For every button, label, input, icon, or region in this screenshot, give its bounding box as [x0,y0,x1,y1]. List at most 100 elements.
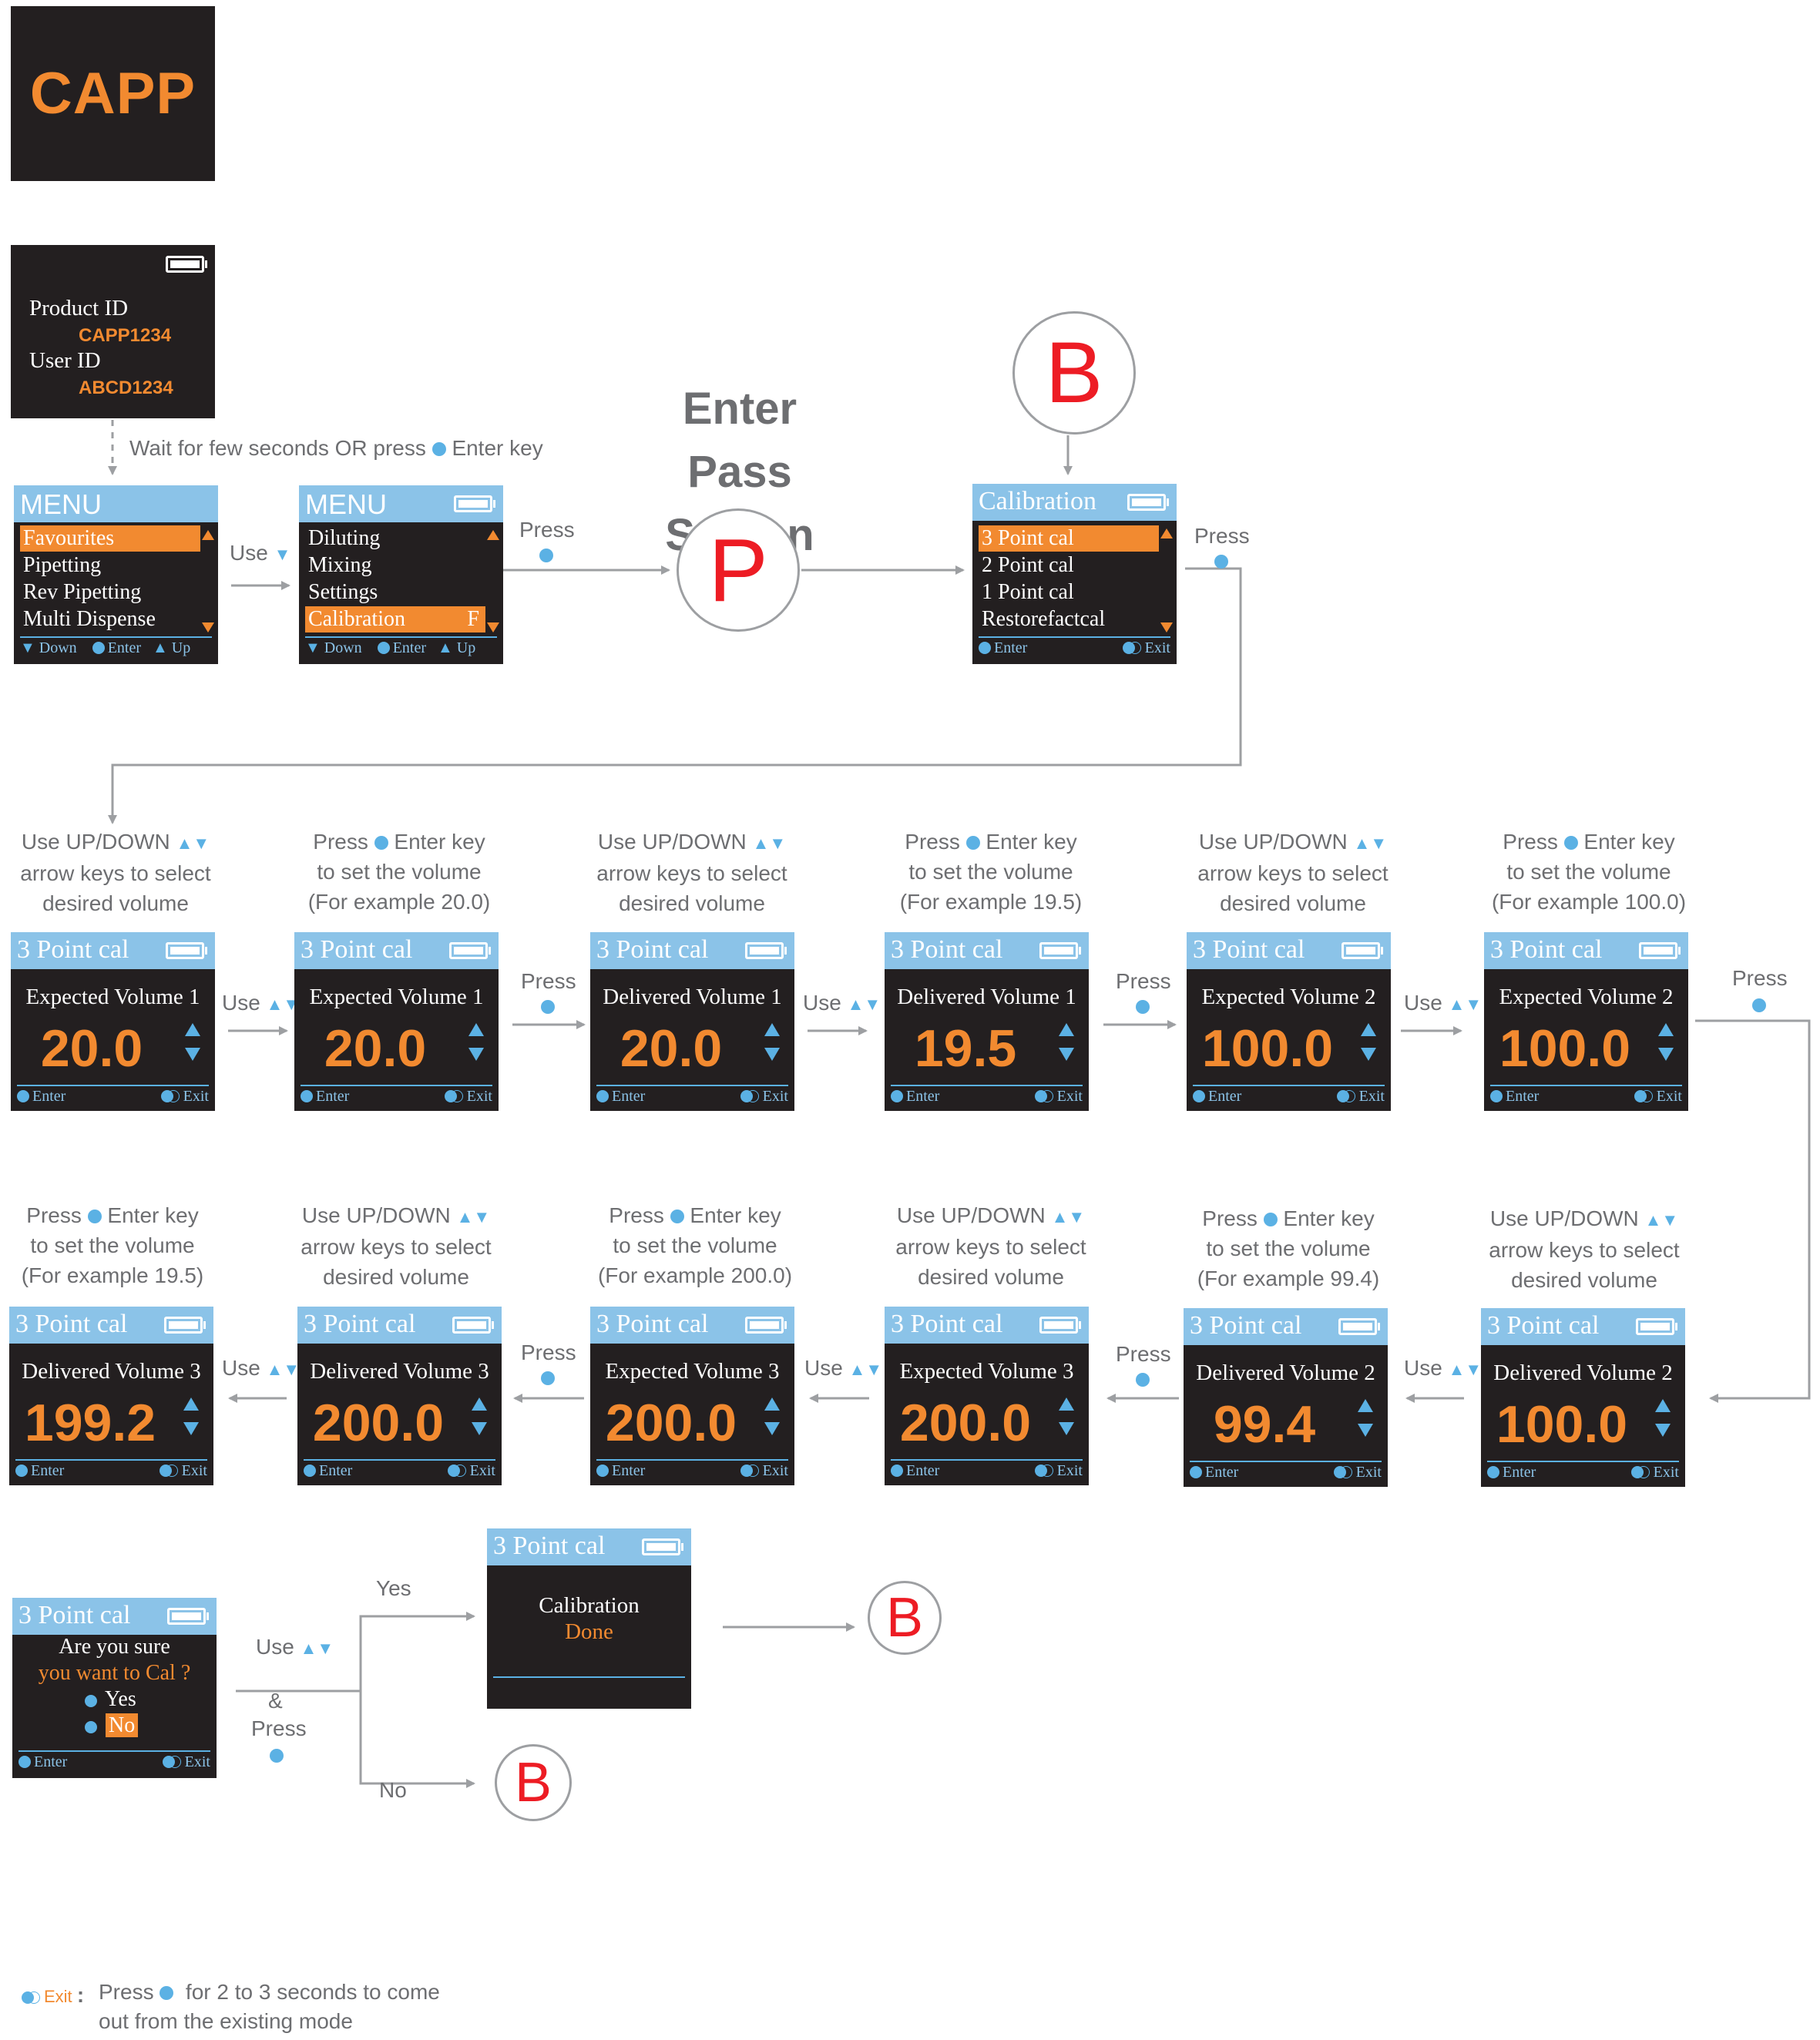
arrow-down-icon[interactable] [185,1048,200,1061]
menu-item[interactable]: Multi Dispense [20,606,156,632]
cal-screen-10: 3 Point cal Expected Volume 3 200.0 Ente… [885,1307,1089,1485]
enter-key-icon [1752,998,1766,1012]
b-symbol: B [1012,311,1136,435]
use-label: Use ▲▼ [803,991,881,1015]
screen-footer: ▼ Down Enter ▲ Up [305,639,476,656]
menu-item[interactable]: Diluting [305,525,380,552]
arrow-up-icon[interactable] [185,1023,200,1036]
use-label: Use ▲▼ [222,1356,301,1380]
caption-use-updown: Use UP/DOWN ▲▼ arrow keys to select desire… [1489,1206,1680,1292]
arrow-up-icon[interactable] [1361,1023,1376,1036]
menu-item-3-point-cal[interactable]: 3 Point cal [979,525,1159,552]
option-no[interactable]: No [85,1713,139,1738]
arrow-down-icon[interactable] [764,1048,780,1061]
arrow-down-icon[interactable] [1655,1424,1671,1437]
arrow-up-icon[interactable] [1059,1023,1074,1036]
caption-press-enter: Press Enter key to set the volume (For exa… [1197,1206,1380,1290]
use-label: Use ▼ [230,541,291,565]
use-label: Use ▲▼ [222,991,301,1015]
menu-item[interactable]: Favourites [20,525,200,552]
menu-item[interactable]: Mixing [305,552,371,579]
caption-use-updown: Use UP/DOWN ▲▼ arrow keys to select desire… [1197,830,1389,915]
arrow-down-icon[interactable] [764,1422,780,1435]
use-label: Use ▲▼ [1404,1356,1483,1380]
product-id-value: CAPP1234 [79,325,172,346]
press-label: Press [1116,969,1171,993]
menu-item[interactable]: Rev Pipetting [20,579,141,606]
arrow-up-icon[interactable] [1059,1397,1074,1411]
capp-logo: CAPP [11,6,215,181]
product-id-screen: Product ID CAPP1234 User ID ABCD1234 [11,245,215,418]
no-label: No [379,1778,407,1802]
cal-screen-4: 3 Point cal Delivered Volume 1 19.5 Ente… [885,932,1089,1111]
cal-screen-9: 3 Point cal Expected Volume 3 200.0 Ente… [590,1307,794,1485]
menu-item[interactable]: Settings [305,579,378,606]
press-label: Press [1732,966,1788,990]
product-id-label: Product ID [29,296,129,320]
option-yes[interactable]: Yes [85,1687,136,1712]
b-symbol: B [495,1744,572,1821]
arrow-up-icon[interactable] [183,1397,199,1411]
press-label: Press [521,969,576,993]
arrow-up-icon[interactable] [1655,1399,1671,1412]
legend-text: Press for 2 to 3 seconds to come [99,1980,440,2004]
arrow-down-icon[interactable] [468,1048,484,1061]
yes-label: Yes [376,1576,411,1600]
user-id-value: ABCD1234 [79,377,173,398]
use-label: Use ▲▼ [804,1356,883,1380]
arrow-down-icon[interactable] [1358,1424,1373,1437]
arrow-up-icon[interactable] [468,1023,484,1036]
enter-key-icon [431,442,446,456]
menu-item[interactable]: Pipetting [20,552,101,579]
arrow-down-icon[interactable] [1059,1422,1074,1435]
menu-item[interactable]: 1 Point cal [979,579,1074,606]
scroll-up-icon [202,530,214,540]
user-id-label: User ID [29,348,101,373]
scroll-up-icon [487,530,499,540]
scroll-down-icon [487,622,499,632]
arrow-up-icon[interactable] [764,1397,780,1411]
caption-press-enter: Press Enter key to set the volume (For exa… [21,1203,204,1287]
menu-item-calibration[interactable]: Calibration F [305,606,485,632]
arrow-down-icon[interactable] [1059,1048,1074,1061]
enter-key-icon [1214,555,1228,569]
menu-screen-1: MENU Favourites Pipetting Rev Pipetting … [14,485,218,664]
cal-screen-1: 3 Point cal Expected Volume 1 20.0 Enter… [11,932,215,1111]
legend-text-2: out from the existing mode [99,2009,353,2033]
screen-footer: ▼ Down Enter ▲ Up [20,639,191,656]
cal-screen-6: 3 Point cal Expected Volume 2 100.0 Ente… [1484,932,1688,1111]
cal-screen-12: 3 Point cal Delivered Volume 2 100.0 Ent… [1481,1308,1685,1487]
menu-screen-2: MENU Diluting Mixing Settings Calibratio… [299,485,503,664]
arrow-down-icon[interactable] [1361,1048,1376,1061]
enter-key-icon [1136,1373,1150,1387]
caption-use-updown: Use UP/DOWN ▲▼ arrow keys to select desire… [596,830,787,915]
caption-press-enter: Press Enter key to set the volume (For exa… [899,830,1083,914]
arrow-down-icon[interactable] [183,1422,199,1435]
cal-screen-2: 3 Point cal Expected Volume 1 20.0 Enter… [294,932,499,1111]
arrow-up-icon[interactable] [472,1397,487,1411]
arrow-up-icon[interactable] [764,1023,780,1036]
arrow-down-icon[interactable] [1658,1048,1674,1061]
menu-item[interactable]: 2 Point cal [979,552,1074,579]
press-label: Press [521,1340,576,1364]
press-label: Press [1194,524,1250,548]
arrow-down-icon[interactable] [472,1422,487,1435]
menu-item[interactable]: Restorefactcal [979,606,1105,632]
enter-key-icon [541,1371,555,1385]
caption-press-enter: Press Enter key to set the volume (For exa… [307,830,491,914]
cal-screen-5: 3 Point cal Expected Volume 2 100.0 Ente… [1187,932,1391,1111]
arrow-up-icon[interactable] [1358,1399,1373,1412]
screen-footer: Enter Exit [979,639,1170,657]
scroll-up-icon [1160,528,1173,539]
screen-header: Calibration [972,484,1177,521]
confirm-screen: 3 Point cal Are you sure you want to Cal… [12,1598,217,1778]
use-label: Use ▲▼ [1404,991,1483,1015]
arrow-up-icon[interactable] [1658,1023,1674,1036]
enter-key-icon [541,1000,555,1014]
cal-screen-3: 3 Point cal Delivered Volume 1 20.0 Ente… [590,932,794,1111]
press-label: Press [251,1716,307,1740]
cal-screen-11: 3 Point cal Delivered Volume 2 99.4 Ente… [1184,1308,1388,1487]
legend-exit: Exit : [22,1983,84,2008]
cal-screen-8: 3 Point cal Delivered Volume 3 200.0 Ent… [297,1307,502,1485]
scroll-down-icon [202,622,214,632]
